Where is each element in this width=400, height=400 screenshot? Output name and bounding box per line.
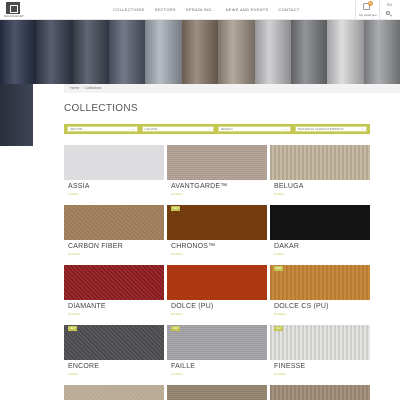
collection-colour-count: 8 colours	[68, 193, 79, 196]
fabric-roll-image	[327, 20, 364, 84]
filter-label: SECTOR	[70, 127, 83, 131]
collection-colour-count: 16 colours	[68, 253, 80, 256]
new-badge: NEW	[274, 266, 283, 271]
collection-colour-count: 8 colours	[274, 193, 285, 196]
collection-swatch-image[interactable]	[270, 145, 370, 180]
collection-colour-count: 5 colours	[274, 253, 285, 256]
collection-swatch-image[interactable]	[270, 325, 370, 360]
chevron-down-icon: ⌄	[132, 127, 135, 131]
collection-name[interactable]: DOLCE CS (PU)	[274, 303, 329, 310]
new-badge: NEW	[171, 206, 180, 211]
nav-item-label: SECTORS	[154, 7, 176, 12]
nav-item-collections[interactable]: COLLECTIONS	[113, 7, 145, 12]
collection-name[interactable]: FAILLE	[171, 363, 195, 370]
collection-swatch-image[interactable]	[64, 265, 164, 300]
brand-logo[interactable]: SAUVAGNAT	[4, 2, 24, 18]
filter-bar: SECTOR ⌄ COLOUR ⌄ DESIGN ⌄ TECHNICAL CHARACTER…	[64, 124, 370, 134]
filter-label: COLOUR	[144, 127, 158, 131]
collection-swatch-image[interactable]	[167, 205, 267, 240]
breadcrumb: Home / Collections	[64, 84, 400, 93]
chevron-down-icon: ⌄	[208, 127, 212, 131]
nav-item-news-and-events[interactable]: NEWS AND EVENTS	[226, 7, 269, 12]
collection-swatch-image[interactable]	[167, 265, 267, 300]
new-badge: NEW	[171, 326, 180, 331]
fabric-roll-image	[72, 20, 110, 84]
chevron-down-icon: ⌄	[212, 8, 216, 12]
filter-sector[interactable]: SECTOR ⌄	[67, 126, 138, 132]
collection-name[interactable]: ENCORE	[68, 363, 99, 370]
fabric-roll-image	[254, 20, 292, 84]
fabric-roll-image	[0, 20, 37, 84]
collection-swatch-image[interactable]	[167, 145, 267, 180]
fabric-roll-image	[109, 20, 146, 84]
collection-swatch-image[interactable]	[64, 385, 164, 400]
nav-item-spradling[interactable]: SPRADLING⌄	[186, 7, 216, 12]
main-nav: COLLECTIONS SECTORS SPRADLING⌄ NEWS AND EVE…	[113, 7, 300, 12]
breadcrumb-current: Collections	[84, 86, 102, 90]
nav-item-label: NEWS AND EVENTS	[225, 7, 269, 12]
nav-item-label: CONTACT	[278, 7, 300, 12]
collection-colour-count: 12 colours	[274, 373, 286, 376]
page-title: COLLECTIONS	[64, 103, 138, 114]
collection-colour-count: 8 colours	[68, 373, 79, 376]
collection-colour-count: 20 colours	[274, 313, 286, 316]
fabric-roll-image	[36, 20, 74, 84]
collection-swatch-image[interactable]	[270, 385, 370, 400]
filter-label: TECHNICAL CHARACTERISTICS	[297, 127, 344, 131]
filter-technical-characteristics[interactable]: TECHNICAL CHARACTERISTICS ⌄	[294, 126, 367, 132]
breadcrumb-home[interactable]: Home	[70, 86, 79, 90]
collection-swatch-image[interactable]	[64, 205, 164, 240]
fabric-roll-image	[363, 20, 400, 84]
nav-item-label: SPRADLING	[185, 7, 212, 12]
search-icon[interactable]	[386, 11, 390, 15]
collection-swatch-image[interactable]	[64, 145, 164, 180]
collection-swatch-image[interactable]	[270, 265, 370, 300]
filter-colour[interactable]: COLOUR ⌄	[141, 126, 215, 132]
fabric-roll-image	[290, 20, 328, 84]
fabric-roll-image	[145, 20, 183, 84]
header-tools: 0 My catalogue EN	[355, 0, 400, 20]
hero-banner	[0, 20, 400, 84]
nav-item-contact[interactable]: CONTACT	[279, 7, 300, 12]
site-header: SAUVAGNAT COLLECTIONS SECTORS SPRADLING⌄ NE…	[0, 0, 400, 20]
collection-swatch-image[interactable]	[270, 205, 370, 240]
language-selector[interactable]: EN	[387, 3, 392, 7]
collection-colour-count: 28 colours	[171, 313, 183, 316]
logo-icon	[6, 2, 20, 14]
hero-side-band	[0, 84, 33, 146]
collection-name[interactable]: DIAMANTE	[68, 303, 106, 310]
collection-name[interactable]: FINESSE	[274, 363, 305, 370]
new-badge: NEW	[274, 326, 283, 331]
collection-name[interactable]: DOLCE (PU)	[171, 303, 213, 310]
collection-swatch-image[interactable]	[167, 385, 267, 400]
collection-name[interactable]: ASSIA	[68, 183, 90, 190]
divider	[379, 0, 380, 20]
collection-name[interactable]: CARBON FIBER	[68, 243, 123, 250]
nav-item-label: COLLECTIONS	[113, 7, 145, 12]
collection-colour-count: 24 colours	[171, 193, 183, 196]
collection-name[interactable]: BELUGA	[274, 183, 304, 190]
filter-design[interactable]: DESIGN ⌄	[218, 126, 291, 132]
nav-item-sectors[interactable]: SECTORS	[155, 7, 176, 12]
collection-name[interactable]: DAKAR	[274, 243, 299, 250]
collection-name[interactable]: AVANTGARDE™	[171, 183, 227, 190]
fabric-roll-image	[181, 20, 219, 84]
my-catalogue-link[interactable]: My catalogue	[359, 13, 377, 17]
filter-label: DESIGN	[221, 127, 233, 131]
fabric-roll-image	[218, 20, 255, 84]
collection-swatch-image[interactable]	[64, 325, 164, 360]
collection-name[interactable]: CHRONOS™	[171, 243, 215, 250]
logo-text: SAUVAGNAT	[4, 14, 24, 18]
new-badge: NEW	[68, 326, 77, 331]
catalogue-count-badge: 0	[368, 1, 373, 6]
chevron-down-icon: ⌄	[284, 127, 288, 131]
collection-swatch-image[interactable]	[167, 325, 267, 360]
collection-colour-count: 12 colours	[171, 373, 183, 376]
chevron-down-icon: ⌄	[361, 127, 364, 131]
collection-colour-count: 16 colours	[68, 313, 80, 316]
collection-colour-count: 20 colours	[171, 253, 183, 256]
breadcrumb-separator: /	[81, 86, 83, 90]
